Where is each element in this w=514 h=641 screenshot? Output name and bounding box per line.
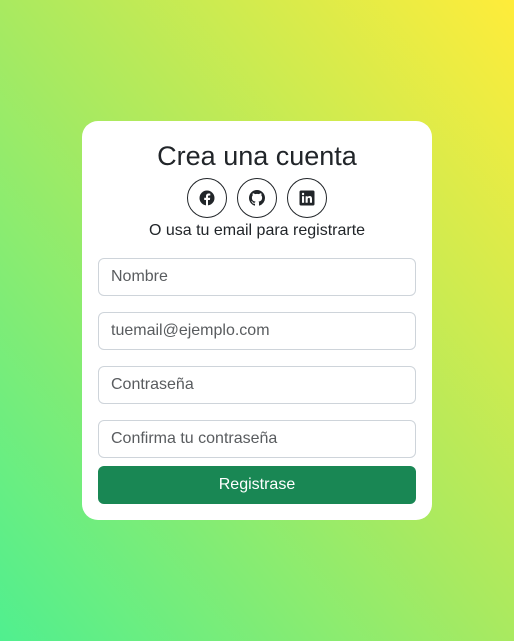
subtitle: O usa tu email para registrarte xyxy=(148,222,366,239)
linkedin-button[interactable] xyxy=(287,178,327,218)
register-button[interactable]: Registrase xyxy=(98,466,416,504)
email-field[interactable] xyxy=(98,312,416,350)
github-icon xyxy=(249,190,265,206)
facebook-icon xyxy=(199,190,215,206)
password-field[interactable] xyxy=(98,366,416,404)
name-field[interactable] xyxy=(98,258,416,296)
confirm-password-field[interactable] xyxy=(98,420,416,458)
social-buttons xyxy=(82,178,432,218)
github-button[interactable] xyxy=(237,178,277,218)
page-title: Crea una cuenta xyxy=(157,141,357,171)
facebook-button[interactable] xyxy=(187,178,227,218)
linkedin-icon xyxy=(299,190,315,206)
signup-card: Crea una cuenta O usa tu email para regi… xyxy=(82,121,432,520)
